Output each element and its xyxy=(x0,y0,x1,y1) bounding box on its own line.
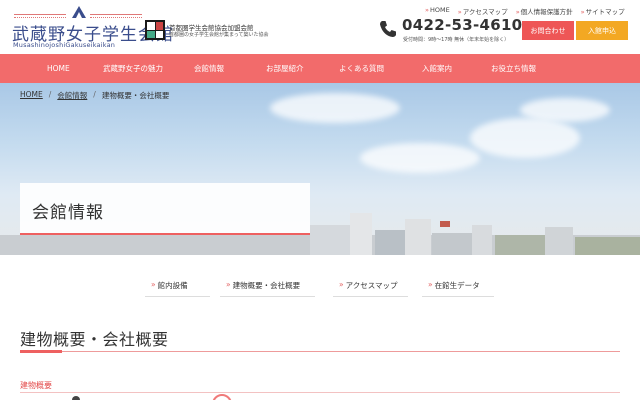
tab-facilities[interactable]: » 館内設備 xyxy=(145,277,210,297)
nav-item-home[interactable]: HOME xyxy=(47,54,70,83)
breadcrumb-separator: / xyxy=(48,90,52,99)
chevron-right-icon: » xyxy=(428,280,433,289)
association-badge: 首都圏学生会館協会加盟会館 首都圏の女子学生会館が集まって築いた協会 xyxy=(145,20,275,42)
sub-heading-divider xyxy=(20,392,620,393)
logo-decoration xyxy=(90,14,142,18)
nav-item-facility-info[interactable]: 会館情報 xyxy=(194,54,224,83)
nav-item-rooms[interactable]: お部屋紹介 xyxy=(266,54,304,83)
nav-item-useful-info[interactable]: お役立ち情報 xyxy=(491,54,536,83)
top-link-label: サイトマップ xyxy=(585,8,625,16)
tab-label: 在館生データ xyxy=(434,281,480,290)
logo-decoration xyxy=(14,14,66,18)
phone-hours: 受付時間：9時〜17時 無休（年末年始を除く） xyxy=(403,37,510,43)
chevron-right-icon: » xyxy=(425,6,429,14)
breadcrumb-parent[interactable]: 会館情報 xyxy=(57,90,87,101)
association-logo-icon xyxy=(145,20,165,40)
cloud-image xyxy=(270,93,400,123)
main-nav: HOME 武蔵野女子の魅力 会館情報 お部屋紹介 よくある質問 入館案内 お役立… xyxy=(0,54,640,83)
chevron-right-icon: » xyxy=(515,8,520,16)
chevron-right-icon: » xyxy=(339,280,344,289)
chevron-right-icon: » xyxy=(457,8,462,16)
cloud-image xyxy=(520,98,610,122)
top-link-access[interactable]: »アクセスマップ xyxy=(458,6,508,16)
apply-button[interactable]: 入館申込 xyxy=(576,21,628,40)
top-link-label: 個人情報保護方針 xyxy=(520,8,573,16)
breadcrumb-separator: / xyxy=(93,90,96,99)
site-header: 武蔵野女子学生会館 MusashinojoshiGakuseikaikan 首都… xyxy=(0,0,640,54)
phone-icon xyxy=(380,21,396,37)
tab-access-map[interactable]: » アクセスマップ xyxy=(333,277,408,297)
logo-mountain-icon xyxy=(72,6,86,18)
cloud-image xyxy=(470,118,580,158)
tab-resident-data[interactable]: » 在館生データ xyxy=(422,277,494,297)
section-divider xyxy=(20,351,620,352)
top-link-label: アクセスマップ xyxy=(462,8,508,16)
page-title-panel: 会館情報 xyxy=(20,183,310,235)
nav-item-admission[interactable]: 入館案内 xyxy=(422,54,452,83)
bullet-icon xyxy=(72,396,80,400)
hero-banner: HOME / 会館情報 / 建物概要・会社概要 会館情報 xyxy=(0,83,640,255)
top-link-label: HOME xyxy=(429,6,450,14)
tab-label: 建物概要・会社概要 xyxy=(232,281,301,290)
top-link-sitemap[interactable]: »サイトマップ xyxy=(581,6,625,16)
top-link-privacy[interactable]: »個人情報保護方針 xyxy=(516,6,573,16)
logo-roman-text: MusashinojoshiGakuseikaikan xyxy=(13,41,116,49)
association-subtext: 首都圏の女子学生会館が集まって築いた協会 xyxy=(169,32,269,38)
breadcrumb-home[interactable]: HOME xyxy=(20,90,43,101)
tab-label: アクセスマップ xyxy=(345,281,398,290)
contact-button[interactable]: お問合わせ xyxy=(522,21,574,40)
breadcrumb: HOME / 会館情報 / 建物概要・会社概要 xyxy=(20,90,169,101)
tab-label: 館内設備 xyxy=(157,281,188,290)
top-link-home[interactable]: »HOME xyxy=(425,6,450,16)
cloud-image xyxy=(360,143,480,173)
chevron-right-icon: » xyxy=(580,8,585,16)
section-divider-accent xyxy=(20,350,62,353)
sub-heading: 建物概要 xyxy=(20,381,52,390)
section-title: 建物概要・会社概要 xyxy=(20,330,169,349)
nav-item-appeal[interactable]: 武蔵野女子の魅力 xyxy=(103,54,163,83)
phone-contact: 0422-53-4610 受付時間：9時〜17時 無休（年末年始を除く） xyxy=(378,16,522,44)
chevron-right-icon: » xyxy=(151,280,156,289)
site-logo[interactable]: 武蔵野女子学生会館 MusashinojoshiGakuseikaikan xyxy=(10,4,173,50)
sub-tabs: » 館内設備 » 建物概要・会社概要 » アクセスマップ » 在館生データ xyxy=(0,277,640,297)
top-links: »HOME »アクセスマップ »個人情報保護方針 »サイトマップ xyxy=(425,6,625,16)
circle-icon xyxy=(212,394,232,400)
page-title: 会館情報 xyxy=(32,203,104,223)
phone-number[interactable]: 0422-53-4610 xyxy=(402,16,522,34)
chevron-right-icon: » xyxy=(226,280,231,289)
breadcrumb-current: 建物概要・会社概要 xyxy=(101,91,170,100)
nav-item-faq[interactable]: よくある質問 xyxy=(339,54,384,83)
tab-building-overview[interactable]: » 建物概要・会社概要 xyxy=(220,277,315,297)
